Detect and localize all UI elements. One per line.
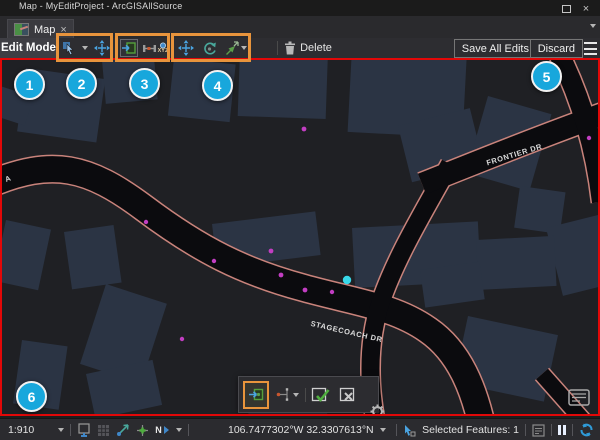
- map-flyout-panel-icon[interactable]: [568, 389, 590, 406]
- window-title: Map - MyEditProject - ArcGISAllSource: [19, 1, 182, 11]
- discard-button[interactable]: Discard: [530, 39, 583, 58]
- point-feature[interactable]: [302, 127, 307, 132]
- highlight-box-selection-group: [56, 33, 113, 62]
- status-bar: 1:910 N 106.7477302°W 32.3307613: [0, 418, 600, 440]
- toolbar-separator: [277, 41, 278, 55]
- grid-icon[interactable]: [97, 424, 110, 437]
- callout-5: 5: [531, 61, 562, 92]
- arcgis-window: Map - MyEditProject - ArcGISAllSource × …: [0, 0, 600, 440]
- building: [238, 60, 328, 119]
- buildings-layer: [2, 60, 598, 414]
- save-all-edits-button[interactable]: Save All Edits: [454, 39, 537, 58]
- point-feature[interactable]: [587, 136, 591, 140]
- point-feature[interactable]: [269, 249, 274, 254]
- segment-tool-button[interactable]: [272, 382, 302, 408]
- callout-3: 3: [129, 68, 160, 99]
- construction-toolbar: [238, 376, 379, 413]
- delete-label: Delete: [300, 42, 332, 54]
- building: [2, 220, 51, 290]
- point-feature[interactable]: [212, 259, 216, 263]
- map-thumbnail-icon: [14, 23, 29, 36]
- cancel-edit-button[interactable]: [336, 382, 360, 408]
- selection-arrow-icon: [403, 424, 416, 437]
- refresh-sync-icon[interactable]: [579, 423, 594, 437]
- point-feature[interactable]: [303, 288, 308, 293]
- maximize-button[interactable]: [558, 3, 574, 14]
- status-separator: [572, 424, 573, 436]
- scale-dropdown-chevron-icon[interactable]: [58, 428, 64, 432]
- point-feature[interactable]: [144, 220, 148, 224]
- callout-4: 4: [202, 70, 233, 101]
- status-separator: [396, 424, 397, 436]
- north-arrow-icon[interactable]: N: [155, 425, 170, 435]
- tab-map-label: Map: [34, 24, 55, 36]
- point-feature[interactable]: [180, 337, 184, 341]
- edit-mode-label: Edit Mode: [0, 38, 57, 58]
- north-label: N: [155, 425, 162, 435]
- attributes-panel-icon[interactable]: [532, 424, 545, 437]
- status-separator: [70, 424, 71, 436]
- point-feature[interactable]: [330, 290, 334, 294]
- title-bar: Map - MyEditProject - ArcGISAllSource ×: [0, 0, 600, 16]
- selected-features-count[interactable]: Selected Features: 1: [422, 424, 519, 436]
- highlight-box-modify-group: [115, 33, 170, 62]
- map-scale-value[interactable]: 1:910: [8, 424, 34, 436]
- construct-separator: [305, 388, 306, 402]
- toolbar-settings-gear-icon[interactable]: [370, 404, 385, 416]
- status-separator: [188, 424, 189, 436]
- active-edit-tool-button[interactable]: [243, 381, 269, 409]
- map-canvas: FRONTIER DR STAGECOACH DR A: [2, 60, 598, 414]
- trash-icon: [284, 41, 296, 55]
- map-view[interactable]: FRONTIER DR STAGECOACH DR A: [0, 58, 600, 416]
- selected-point-feature[interactable]: [343, 276, 351, 284]
- status-left-zone: 1:910 N: [8, 419, 189, 440]
- highlight-box-transform-group: [171, 33, 251, 62]
- add-layout-icon[interactable]: [77, 423, 91, 437]
- finish-edit-button[interactable]: [309, 382, 333, 408]
- cancel-x-icon: [339, 386, 358, 404]
- cursor-coordinates[interactable]: 106.7477302°W 32.3307613°N: [228, 424, 374, 436]
- snapping-icon[interactable]: [116, 423, 130, 437]
- status-center-zone: 106.7477302°W 32.3307613°N: [228, 419, 386, 440]
- status-separator: [525, 424, 526, 436]
- delete-button[interactable]: Delete: [283, 38, 333, 58]
- add-point-icon[interactable]: [136, 424, 149, 437]
- finish-check-icon: [311, 386, 331, 404]
- building: [64, 225, 122, 289]
- close-button[interactable]: ×: [578, 3, 594, 14]
- point-feature[interactable]: [279, 273, 284, 278]
- segment-dropdown-chevron-icon[interactable]: [293, 393, 299, 397]
- callout-1: 1: [14, 69, 45, 100]
- maximize-icon: [562, 5, 571, 13]
- tab-overflow-chevron-icon[interactable]: [590, 24, 596, 28]
- vertex-segment-icon: [276, 387, 291, 402]
- callout-2: 2: [66, 68, 97, 99]
- status-right-zone: Selected Features: 1: [396, 419, 594, 440]
- building: [476, 236, 557, 290]
- status-tools-chevron-icon[interactable]: [176, 428, 182, 432]
- pause-drawing-icon[interactable]: [558, 425, 566, 435]
- coordinates-dropdown-chevron-icon[interactable]: [380, 428, 386, 432]
- callout-6: 6: [16, 381, 47, 412]
- arrow-into-rect-icon: [248, 386, 265, 403]
- toolbar-menu-button[interactable]: [584, 41, 597, 56]
- status-separator: [551, 424, 552, 436]
